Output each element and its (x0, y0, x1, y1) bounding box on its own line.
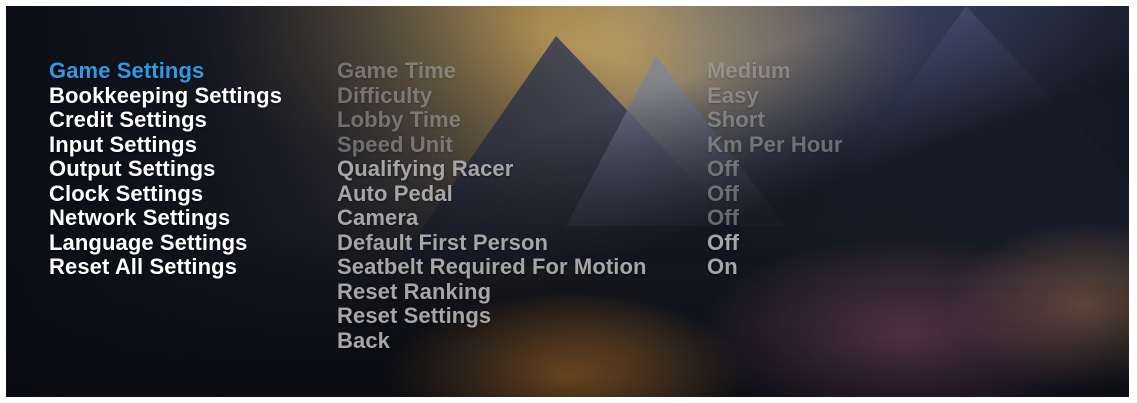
option-seatbelt-required-for-motion[interactable]: Seatbelt Required For Motion (337, 254, 647, 280)
category-language-settings[interactable]: Language Settings (49, 230, 282, 256)
value-speed-unit: Km Per Hour (707, 131, 843, 157)
option-default-first-person[interactable]: Default First Person (337, 230, 647, 256)
option-game-time[interactable]: Game Time (337, 58, 647, 84)
settings-screen: Game Settings Bookkeeping Settings Credi… (6, 6, 1129, 397)
settings-category-list: Game Settings Bookkeeping Settings Credi… (49, 58, 282, 280)
game-settings-option-list: Game Time Difficulty Lobby Time Speed Un… (337, 58, 647, 354)
option-reset-ranking[interactable]: Reset Ranking (337, 279, 647, 305)
option-lobby-time[interactable]: Lobby Time (337, 107, 647, 133)
option-difficulty[interactable]: Difficulty (337, 83, 647, 109)
value-game-time: Medium (707, 58, 791, 83)
category-credit-settings[interactable]: Credit Settings (49, 107, 282, 133)
value-qualifying-racer: Off (707, 156, 740, 181)
value-default-first-person: Off (707, 229, 740, 255)
category-input-settings[interactable]: Input Settings (49, 132, 282, 158)
category-bookkeeping-settings[interactable]: Bookkeeping Settings (49, 83, 282, 109)
option-back[interactable]: Back (337, 328, 647, 354)
option-speed-unit[interactable]: Speed Unit (337, 132, 647, 158)
category-clock-settings[interactable]: Clock Settings (49, 181, 282, 207)
category-network-settings[interactable]: Network Settings (49, 205, 282, 231)
option-qualifying-racer[interactable]: Qualifying Racer (337, 156, 647, 182)
option-reset-settings[interactable]: Reset Settings (337, 303, 647, 329)
game-settings-value-list: Medium Easy Short Km Per Hour Off Off Of… (707, 58, 843, 280)
value-auto-pedal: Off (707, 180, 740, 206)
category-output-settings[interactable]: Output Settings (49, 156, 282, 182)
value-difficulty: Easy (707, 82, 759, 108)
option-camera[interactable]: Camera (337, 205, 647, 231)
option-auto-pedal[interactable]: Auto Pedal (337, 181, 647, 207)
value-camera: Off (707, 205, 740, 230)
value-lobby-time: Short (707, 107, 765, 132)
value-seatbelt-required-for-motion: On (707, 254, 738, 279)
category-reset-all-settings[interactable]: Reset All Settings (49, 254, 282, 280)
category-game-settings[interactable]: Game Settings (49, 58, 282, 84)
